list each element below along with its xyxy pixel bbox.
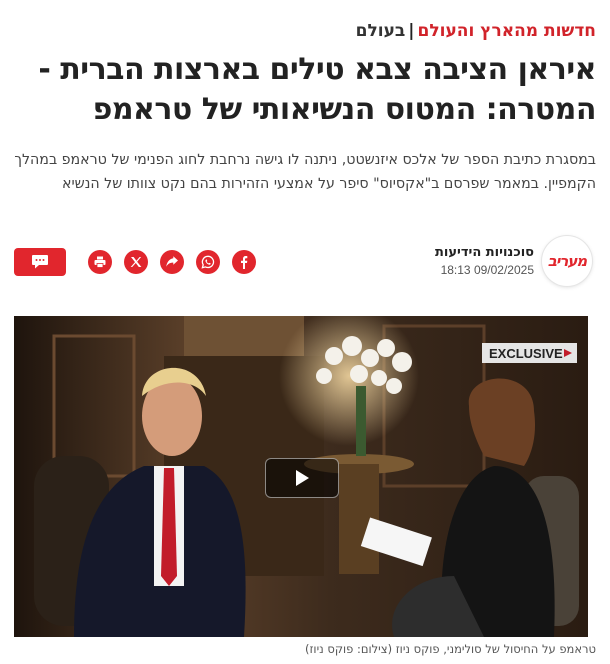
exclusive-badge-text: EXCLUSIVE [489,345,563,361]
print-icon [94,256,106,268]
publisher-logo[interactable]: מעריב [542,236,592,286]
article-title: איראן הציבה צבא טילים בארצות הברית - המט… [38,52,596,127]
exclusive-triangle-icon [563,349,572,357]
x-icon [130,257,142,267]
publish-date: 09/02/2025 18:13 [440,263,534,277]
play-button[interactable] [265,458,339,498]
share-icon [166,256,178,267]
breadcrumb-section-link[interactable]: חדשות מהארץ והעולם [418,21,596,41]
author-name[interactable]: סוכנויות הידיעות [435,244,534,261]
play-icon [296,470,309,486]
whatsapp-icon [201,255,215,269]
whatsapp-share-button[interactable] [196,250,220,274]
exclusive-badge: EXCLUSIVE [482,343,577,363]
print-button[interactable] [88,250,112,274]
facebook-share-button[interactable] [232,250,256,274]
breadcrumb-subsection-link[interactable]: בעולם [356,21,406,41]
share-buttons [88,250,256,274]
publisher-logo-text: מעריב [547,252,587,270]
general-share-button[interactable] [160,250,184,274]
x-share-button[interactable] [124,250,148,274]
comment-icon [32,255,48,269]
author-info: סוכנויות הידיעות 09/02/2025 18:13 [435,244,534,279]
article-subtitle: במסגרת כתיבת הספר של אלכס איזנשטט, ניתנה… [14,152,596,192]
author-row: מעריב סוכנויות הידיעות 09/02/2025 18:13 [14,236,592,288]
breadcrumb-separator: | [408,21,415,41]
comments-button[interactable] [14,248,66,276]
facebook-icon [241,256,248,269]
video-player[interactable]: EXCLUSIVE [14,316,588,637]
video-caption: טראמפ על החיסול של סולימני, פוקס ניוז (צ… [304,642,596,656]
breadcrumb: חדשות מהארץ והעולם|בעולם [14,18,596,44]
